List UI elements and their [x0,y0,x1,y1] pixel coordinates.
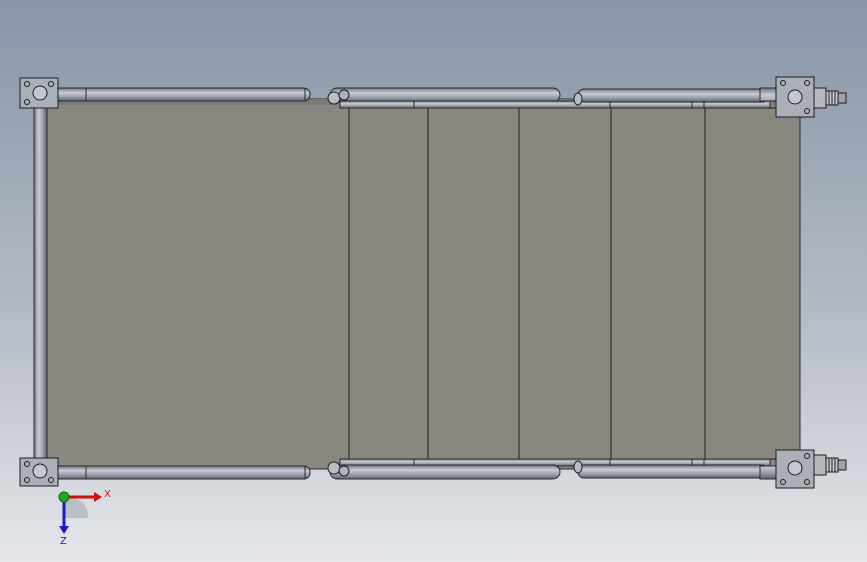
top-tube-right [577,88,769,103]
top-tube-mid [329,87,561,103]
bottom-tube-left [33,465,311,480]
main-panel[interactable] [40,98,801,470]
left-tube[interactable] [33,93,48,475]
pipe-fitting-icon [338,465,350,477]
top-tube-left [33,87,311,102]
pipe-fitting-icon [573,92,583,106]
triad-origin-icon [58,491,70,503]
x-axis-label: X [104,489,111,500]
bottom-tube-right [577,464,769,479]
bracket-bottom-left [19,457,59,487]
cad-viewport[interactable]: X Z [0,0,867,562]
bracket-bottom-right [775,449,815,489]
bracket-top-left [19,77,59,109]
pipe-fitting-icon [327,461,341,475]
pipe-fitting-icon [327,91,341,105]
pipe-fitting-icon [573,460,583,474]
bracket-top-right [775,76,815,118]
pipe-fitting-icon [338,89,350,101]
bottom-tube-mid [329,464,561,480]
z-axis-label: Z [60,536,67,547]
